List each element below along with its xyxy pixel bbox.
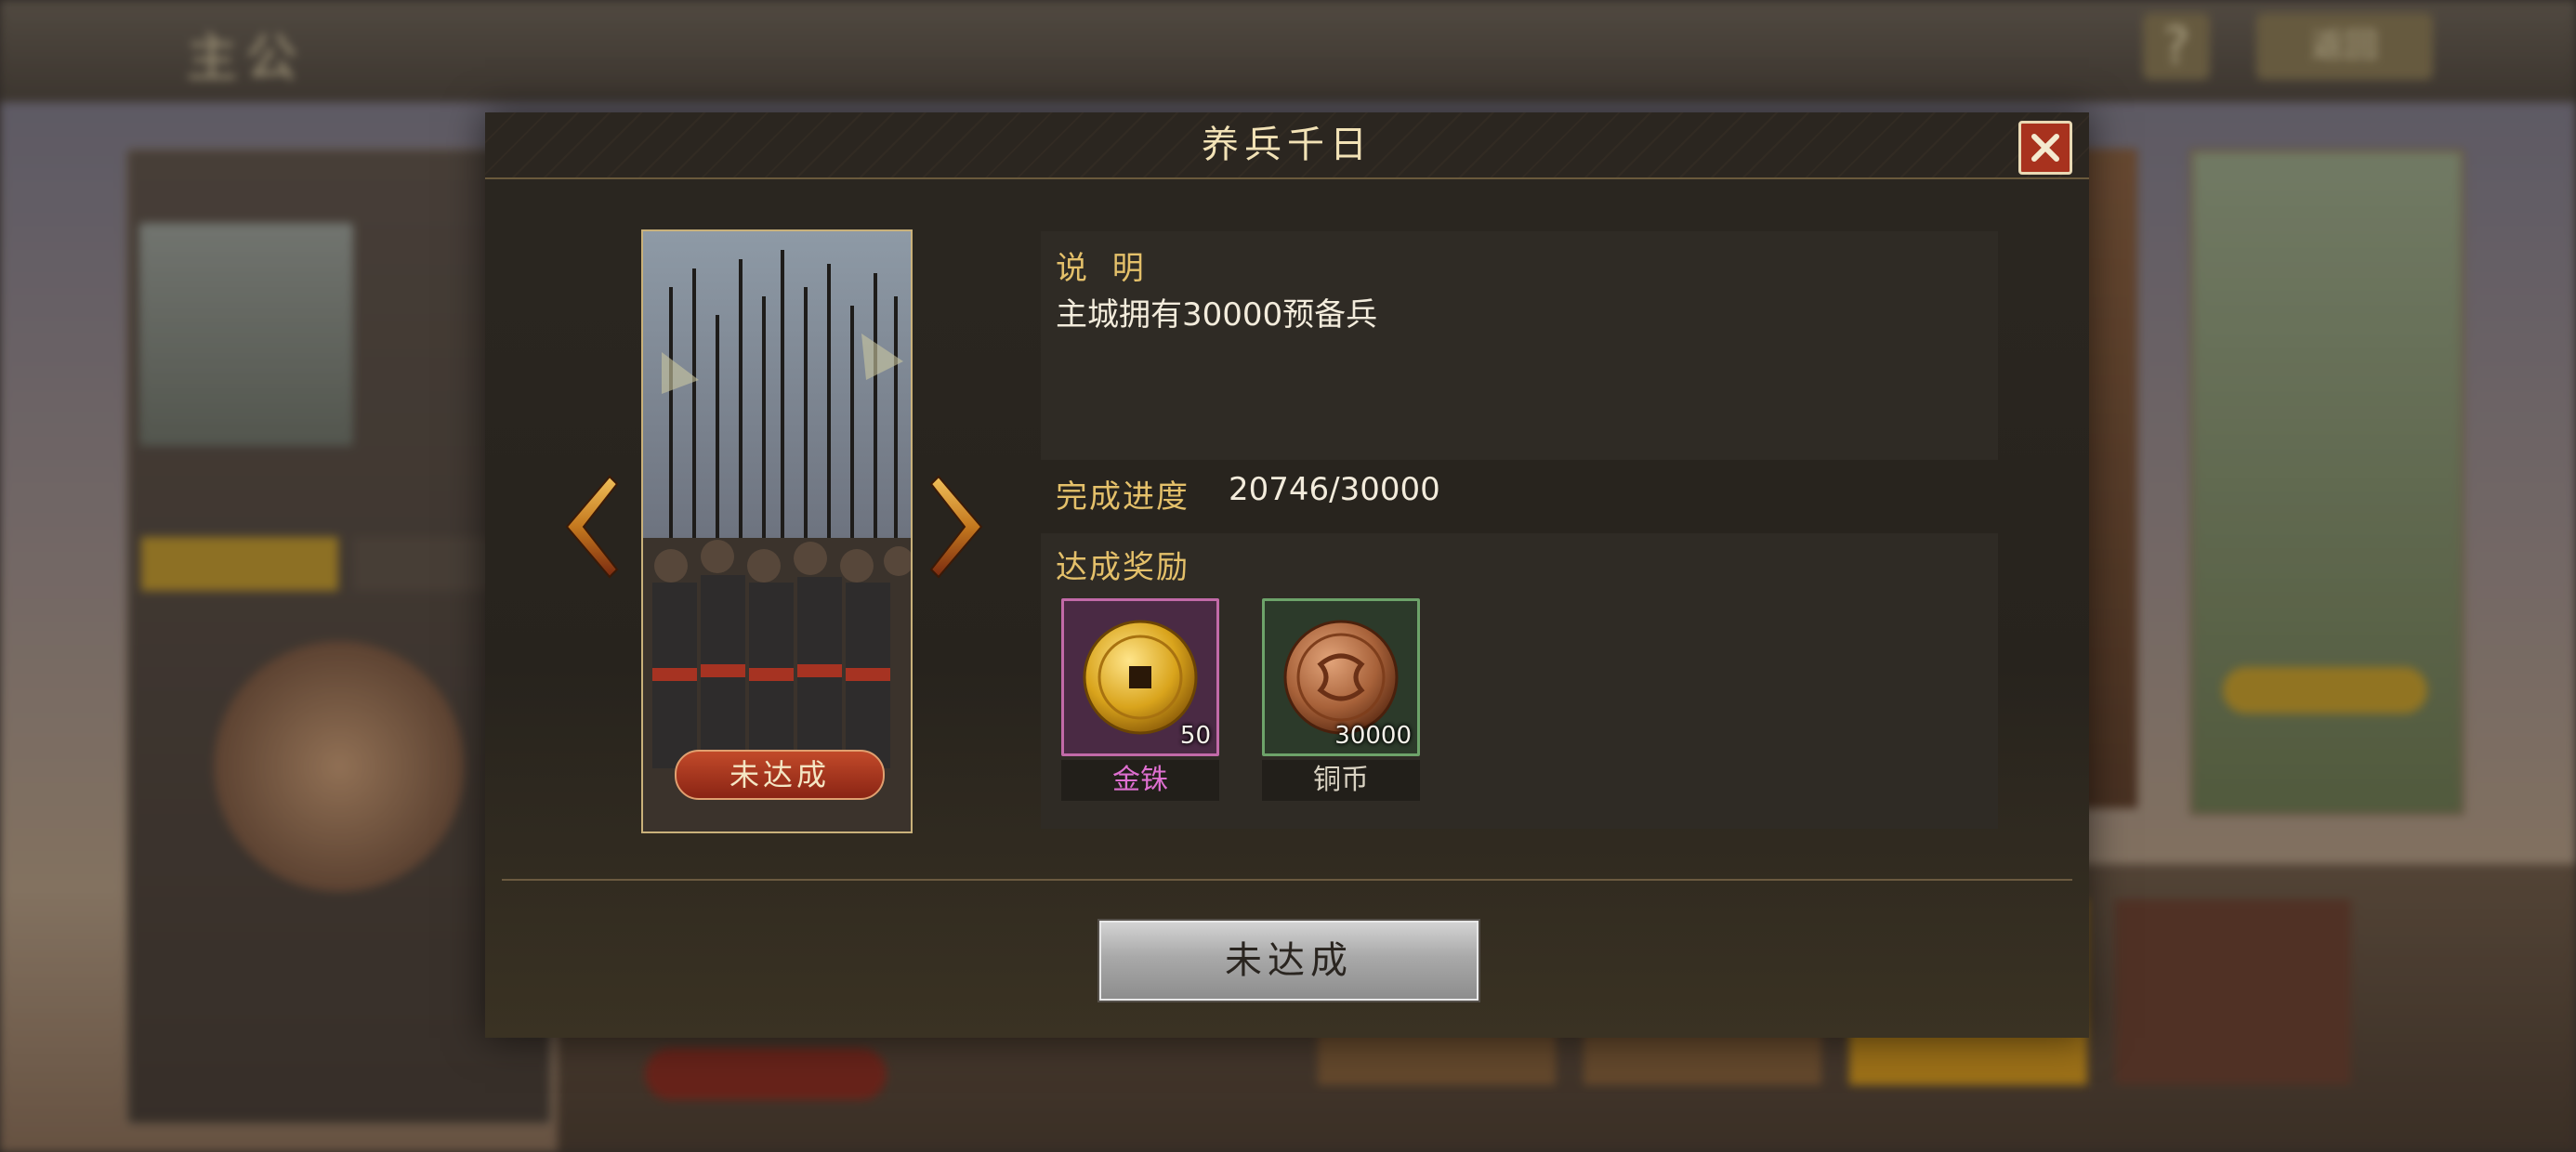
reward-item-gold[interactable]: 50 金铢 [1061, 598, 1219, 801]
description-panel [1041, 231, 1998, 460]
reward-name: 铜币 [1262, 760, 1420, 801]
achievement-dialog: 养兵千日 未达成 说 明 主城拥有30000预备兵 完成进度 20746/300… [485, 112, 2089, 1038]
soldiers-illustration [643, 231, 911, 831]
chevron-left-icon[interactable] [558, 473, 621, 581]
achievement-card: 未达成 [641, 229, 913, 833]
reward-frame: 50 [1061, 598, 1219, 756]
reward-name: 金铢 [1061, 760, 1219, 801]
progress-value: 20746/30000 [1229, 471, 1440, 508]
rewards-label: 达成奖励 [1056, 549, 1189, 586]
description-label: 说 明 [1056, 250, 1151, 287]
reward-frame: 30000 [1262, 598, 1420, 756]
gold-coin-icon [1083, 620, 1198, 735]
close-button[interactable] [2018, 121, 2072, 175]
progress-label: 完成进度 [1056, 478, 1189, 516]
card-status-badge: 未达成 [675, 750, 885, 800]
reward-quantity: 50 [1179, 722, 1211, 750]
divider [502, 879, 2072, 881]
reward-quantity: 30000 [1334, 722, 1412, 750]
reward-item-copper[interactable]: 30000 铜币 [1262, 598, 1420, 801]
close-icon [2031, 134, 2059, 162]
dialog-title: 养兵千日 [1202, 124, 1373, 166]
description-text: 主城拥有30000预备兵 [1056, 296, 1378, 334]
copper-coin-icon [1283, 620, 1399, 735]
claim-button-disabled[interactable]: 未达成 [1099, 921, 1479, 1001]
chevron-right-icon[interactable] [927, 473, 991, 581]
